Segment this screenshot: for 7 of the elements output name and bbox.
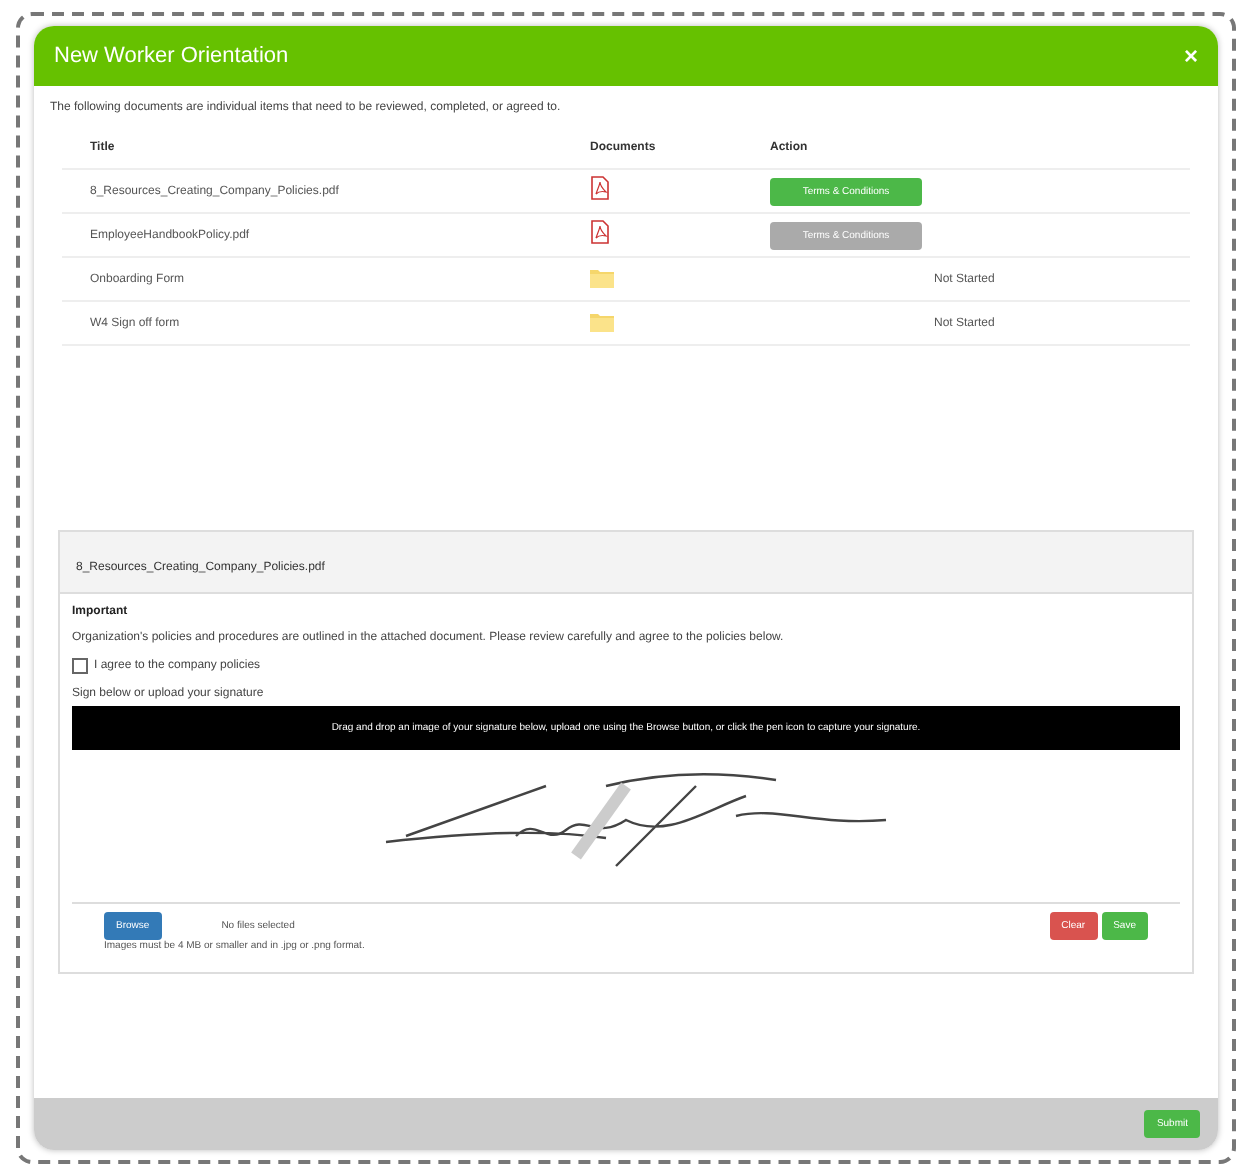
pdf-icon bbox=[590, 175, 610, 199]
folder-icon bbox=[590, 311, 614, 331]
folder-icon bbox=[590, 267, 614, 287]
close-button[interactable]: × bbox=[1183, 42, 1198, 70]
window-title: New Worker Orientation bbox=[54, 44, 289, 68]
pdf-icon bbox=[590, 219, 610, 243]
agree-checkbox[interactable] bbox=[72, 658, 88, 674]
